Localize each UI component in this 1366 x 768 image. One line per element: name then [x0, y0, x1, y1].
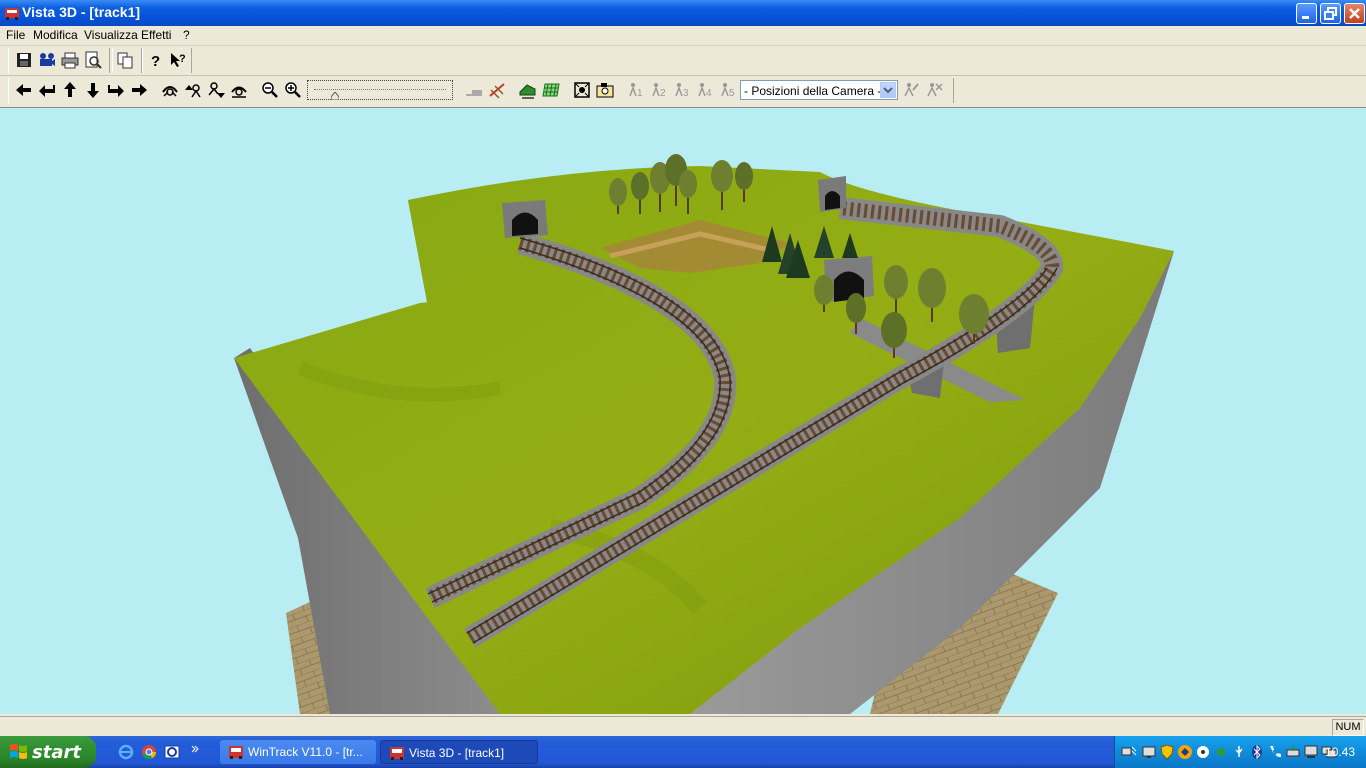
- view-tilt-up-icon[interactable]: [183, 80, 203, 100]
- tunnel-portal-left: [502, 200, 548, 238]
- system-tray: 10.43: [1114, 736, 1366, 768]
- move-down-icon[interactable]: [83, 80, 103, 100]
- menu-visualizza[interactable]: Visualizza: [84, 28, 138, 42]
- tunnel-portal-back: [818, 176, 846, 212]
- delete-camera-position-icon: [924, 80, 944, 100]
- view-toolbar: 1 2 3 4 5 - Posizioni della Camera -: [0, 76, 1366, 106]
- camera-position-4-icon: 4: [695, 80, 715, 100]
- save-icon[interactable]: [14, 50, 34, 70]
- track-tool-icon[interactable]: [487, 80, 507, 100]
- phone-icon[interactable]: [1267, 744, 1283, 760]
- display-icon[interactable]: [1141, 744, 1157, 760]
- status-bar: NUM: [0, 716, 1366, 737]
- task-vista3d[interactable]: Vista 3D - [track1]: [380, 740, 538, 764]
- start-label: start: [32, 742, 81, 763]
- usb-icon[interactable]: [1231, 744, 1247, 760]
- svg-text:?: ?: [151, 53, 160, 70]
- vista3d-icon: [390, 747, 404, 760]
- show-more-chevron-icon[interactable]: [190, 742, 200, 758]
- menu-help[interactable]: ?: [183, 28, 190, 42]
- restore-button[interactable]: [1320, 3, 1341, 24]
- print-preview-icon[interactable]: [83, 50, 103, 70]
- chevron-down-icon[interactable]: [880, 82, 896, 98]
- start-button[interactable]: start: [0, 736, 96, 768]
- update-icon[interactable]: [1213, 744, 1229, 760]
- slider-track: [314, 89, 446, 90]
- bluetooth-icon[interactable]: [1249, 744, 1265, 760]
- menu-file[interactable]: File: [6, 28, 25, 42]
- view-reset-icon[interactable]: [229, 80, 249, 100]
- print-icon[interactable]: [60, 50, 80, 70]
- move-right-icon[interactable]: [129, 80, 149, 100]
- wireless-icon[interactable]: [1285, 744, 1301, 760]
- window-title: Vista 3D - [track1]: [22, 4, 141, 20]
- chrome-icon[interactable]: [141, 744, 157, 760]
- menu-bar: File Modifica Visualizza Effetti ?: [0, 26, 1366, 46]
- taskbar: start WinTrack V11.0 - [tr... Vista 3D -…: [0, 736, 1366, 768]
- svg-text:5: 5: [729, 88, 735, 99]
- context-help-icon[interactable]: ?: [168, 50, 188, 70]
- svg-text:4: 4: [706, 88, 712, 99]
- browser-icon[interactable]: [164, 744, 180, 760]
- move-left-icon[interactable]: [14, 80, 34, 100]
- grid-icon[interactable]: [541, 80, 561, 100]
- network-icon[interactable]: [1121, 744, 1137, 760]
- title-bar: Vista 3D - [track1]: [0, 0, 1366, 26]
- zoom-in-icon[interactable]: [283, 80, 303, 100]
- close-button[interactable]: [1344, 3, 1365, 24]
- camera-position-5-icon: 5: [718, 80, 738, 100]
- standard-toolbar: ? ?: [0, 46, 1366, 76]
- help-icon[interactable]: ?: [145, 50, 165, 70]
- task-label: WinTrack V11.0 - [tr...: [248, 745, 363, 759]
- svg-text:3: 3: [683, 88, 689, 99]
- camera-film-icon[interactable]: [37, 50, 57, 70]
- security-shield-icon[interactable]: [1159, 744, 1175, 760]
- landscape-icon[interactable]: [518, 80, 538, 100]
- copy-icon[interactable]: [115, 50, 135, 70]
- camera-position-1-icon: 1: [626, 80, 646, 100]
- svg-text:1: 1: [637, 88, 643, 99]
- svg-text:?: ?: [179, 53, 186, 65]
- camera-position-2-icon: 2: [649, 80, 669, 100]
- camera-positions-select[interactable]: - Posizioni della Camera -: [740, 80, 898, 100]
- wintrack-icon: [229, 746, 243, 759]
- menu-modifica[interactable]: Modifica: [33, 28, 78, 42]
- media-icon[interactable]: [1195, 744, 1211, 760]
- minimize-button[interactable]: [1296, 3, 1317, 24]
- zoom-out-icon[interactable]: [260, 80, 280, 100]
- internet-explorer-icon[interactable]: [118, 744, 134, 760]
- zoom-slider[interactable]: [307, 80, 453, 100]
- app-icon[interactable]: [4, 5, 20, 21]
- terrain-disabled-icon: [464, 80, 484, 100]
- camera-position-3-icon: 3: [672, 80, 692, 100]
- computer-icon[interactable]: [1303, 744, 1319, 760]
- rotate-left-icon[interactable]: [37, 80, 57, 100]
- rotate-right-icon[interactable]: [106, 80, 126, 100]
- view-orbit-icon[interactable]: [160, 80, 180, 100]
- fit-view-icon[interactable]: [572, 80, 592, 100]
- 3d-viewport[interactable]: [0, 107, 1366, 714]
- view-tilt-down-icon[interactable]: [206, 80, 226, 100]
- add-camera-position-icon: [901, 80, 921, 100]
- 3d-scene[interactable]: [0, 108, 1366, 714]
- svg-text:2: 2: [660, 88, 666, 99]
- menu-effetti[interactable]: Effetti: [141, 28, 171, 42]
- camera-positions-value: - Posizioni della Camera -: [744, 84, 882, 98]
- num-lock-indicator: NUM: [1332, 719, 1364, 736]
- camera-icon[interactable]: [595, 80, 615, 100]
- clock: 10.43: [1324, 745, 1355, 759]
- task-wintrack[interactable]: WinTrack V11.0 - [tr...: [220, 740, 376, 764]
- task-label: Vista 3D - [track1]: [409, 746, 505, 760]
- windows-flag-icon: [10, 744, 27, 759]
- slider-thumb[interactable]: [331, 92, 339, 100]
- antivirus-icon[interactable]: [1177, 744, 1193, 760]
- move-up-icon[interactable]: [60, 80, 80, 100]
